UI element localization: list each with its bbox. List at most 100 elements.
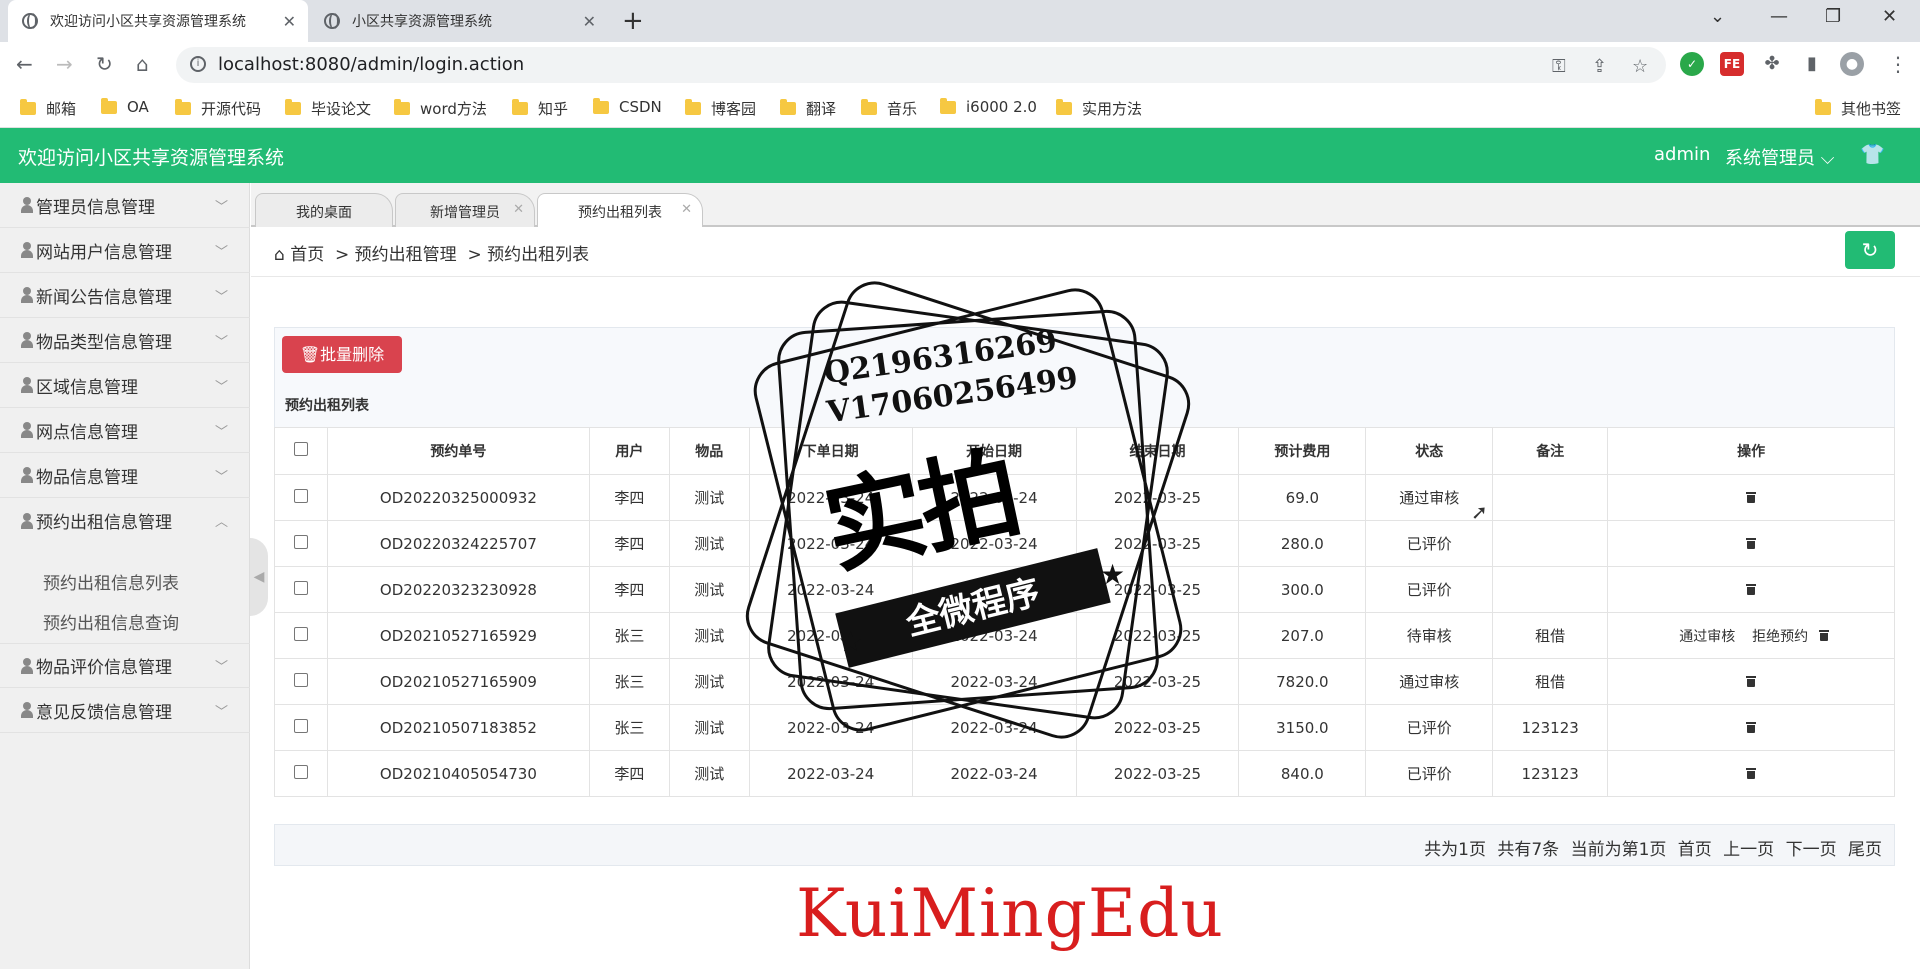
reject-button[interactable]: 拒绝预约	[1752, 629, 1808, 645]
sidebar-item-item-types[interactable]: 物品类型信息管理 ﹀	[0, 318, 250, 363]
theme-shirt-icon[interactable]: 👕	[1860, 142, 1885, 166]
cursor-icon: ➚	[1471, 500, 1488, 524]
user-name[interactable]: admin	[1654, 144, 1710, 165]
sidebar-collapse-handle[interactable]: ◀	[250, 538, 268, 616]
info-icon[interactable]: i	[190, 56, 206, 72]
column-header[interactable]: 预约单号	[326, 427, 590, 475]
bookmark-item[interactable]: 开源代码	[175, 98, 261, 119]
browser-tab-strip: 欢迎访问小区共享资源管理系统 ✕ 小区共享资源管理系统 ✕ + ⌄ — ❐ ✕	[0, 0, 1920, 42]
breadcrumb-level1[interactable]: 预约出租管理	[355, 245, 457, 265]
fe-extension-icon[interactable]: FE	[1720, 52, 1744, 76]
window-close-icon[interactable]: ✕	[1882, 6, 1897, 27]
tab-add-admin[interactable]: 新增管理员 ✕	[395, 193, 535, 227]
pagination-text[interactable]: 共为1页 共有7条 当前为第1页 首页 上一页 下一页 尾页	[1424, 835, 1882, 860]
select-all-checkbox[interactable]	[293, 442, 308, 456]
bookmark-item[interactable]: 翻译	[780, 98, 836, 119]
column-header[interactable]: 用户	[588, 427, 670, 475]
row-checkbox[interactable]	[293, 764, 308, 779]
column-header[interactable]: 下单日期	[748, 427, 913, 475]
bookmark-item[interactable]: 博客园	[685, 98, 756, 119]
cell-user: 张三	[588, 612, 670, 659]
browser-tab-1[interactable]: 欢迎访问小区共享资源管理系统 ✕	[8, 0, 308, 42]
back-icon[interactable]: ←	[16, 52, 33, 76]
trash-icon[interactable]	[1746, 583, 1757, 595]
sidebar-item-regions[interactable]: 区域信息管理 ﹀	[0, 363, 250, 408]
bookmark-star-icon[interactable]: ☆	[1632, 56, 1648, 77]
sidebar-item-feedback[interactable]: 意见反馈信息管理 ﹀	[0, 688, 250, 733]
reload-icon[interactable]: ↻	[96, 52, 113, 76]
sidebar-subitem-reservation-query[interactable]: 预约出租信息查询	[43, 609, 179, 634]
bookmark-item[interactable]: 毕设论文	[285, 98, 371, 119]
sidebar-item-reviews[interactable]: 物品评价信息管理 ﹀	[0, 643, 250, 688]
bookmark-item[interactable]: word方法	[394, 98, 487, 119]
trash-icon[interactable]	[1746, 537, 1757, 549]
sidebar-item-news[interactable]: 新闻公告信息管理 ﹀	[0, 273, 250, 318]
tab-search-icon[interactable]: ⌄	[1710, 6, 1725, 27]
close-icon[interactable]: ✕	[513, 202, 524, 217]
sidebar-item-site-users[interactable]: 网站用户信息管理 ﹀	[0, 228, 250, 273]
sidebar-item-admin[interactable]: 管理员信息管理 ﹀	[0, 183, 250, 228]
bookmark-item[interactable]: 实用方法	[1056, 98, 1142, 119]
trash-icon[interactable]	[1746, 721, 1757, 733]
sidebar: 管理员信息管理 ﹀ 网站用户信息管理 ﹀ 新闻公告信息管理 ﹀ 物品类型信息管理 ﹀ 区…	[0, 183, 250, 969]
trash-icon[interactable]	[1746, 767, 1757, 779]
restore-icon[interactable]: ❐	[1825, 6, 1841, 27]
row-checkbox[interactable]	[293, 580, 308, 595]
row-checkbox[interactable]	[293, 718, 308, 733]
shield-extension-icon[interactable]: ✓	[1680, 52, 1704, 76]
tab-desktop[interactable]: 我的桌面	[255, 193, 393, 227]
close-icon[interactable]: ✕	[681, 202, 692, 217]
bookmark-item[interactable]: CSDN	[593, 97, 662, 116]
row-checkbox[interactable]	[293, 534, 308, 549]
cell-item: 测试	[668, 520, 750, 567]
browser-tab-2[interactable]: 小区共享资源管理系统 ✕	[310, 0, 608, 42]
column-header[interactable]: 开始日期	[911, 427, 1077, 475]
bookmark-item[interactable]: 邮箱	[20, 98, 76, 119]
column-header[interactable]: 结束日期	[1075, 427, 1240, 475]
folder-icon	[940, 97, 956, 114]
column-header[interactable]: 物品	[668, 427, 750, 475]
column-header[interactable]: 备注	[1492, 427, 1609, 475]
approve-button[interactable]: 通过审核	[1679, 629, 1735, 645]
sidebar-item-reservations[interactable]: 预约出租信息管理 ︿	[0, 498, 250, 543]
trash-icon[interactable]	[1746, 491, 1757, 503]
user-icon	[20, 657, 34, 674]
minimize-icon[interactable]: —	[1770, 6, 1788, 27]
bookmark-item[interactable]: 音乐	[861, 98, 917, 119]
bookmark-item[interactable]: 知乎	[512, 98, 568, 119]
new-tab-button[interactable]: +	[622, 6, 644, 36]
batch-delete-button[interactable]: 🗑批量删除	[282, 336, 402, 373]
column-header[interactable]: 状态	[1365, 427, 1494, 475]
side-panel-icon[interactable]: ▮	[1800, 52, 1824, 76]
row-checkbox[interactable]	[293, 488, 308, 503]
trash-icon[interactable]	[1818, 629, 1829, 641]
menu-icon[interactable]: ⋮	[1888, 52, 1908, 76]
sidebar-item-items[interactable]: 物品信息管理 ﹀	[0, 453, 250, 498]
close-icon[interactable]: ✕	[583, 12, 596, 31]
cell-item: 测试	[668, 658, 750, 705]
row-checkbox[interactable]	[293, 626, 308, 641]
other-bookmarks[interactable]: 其他书签	[1815, 98, 1901, 119]
bookmark-item[interactable]: i6000 2.0	[940, 97, 1037, 116]
tab-reservation-list[interactable]: 预约出租列表 ✕	[537, 193, 703, 227]
cell-order-date: 2022-03-24	[748, 704, 913, 751]
home-icon[interactable]: ⌂	[136, 52, 149, 76]
column-header[interactable]: 预计费用	[1238, 427, 1367, 475]
url-input[interactable]: i localhost:8080/admin/login.action ⚿ ⇪ …	[176, 47, 1666, 83]
url-text: localhost:8080/admin/login.action	[218, 54, 525, 75]
forward-icon[interactable]: →	[56, 52, 73, 76]
sidebar-item-outlets[interactable]: 网点信息管理 ﹀	[0, 408, 250, 453]
key-icon[interactable]: ⚿	[1552, 56, 1566, 77]
row-checkbox[interactable]	[293, 672, 308, 687]
close-icon[interactable]: ✕	[283, 12, 296, 31]
breadcrumb-home[interactable]: 首页	[290, 245, 324, 265]
refresh-button[interactable]: ↻	[1845, 231, 1895, 269]
cell-note: 租借	[1492, 658, 1609, 705]
share-icon[interactable]: ⇪	[1592, 56, 1607, 77]
sidebar-subitem-reservation-list[interactable]: 预约出租信息列表	[43, 569, 179, 594]
puzzle-icon[interactable]: ✤	[1760, 52, 1784, 76]
role-dropdown[interactable]: 系统管理员 ⌵	[1725, 144, 1834, 170]
bookmark-item[interactable]: OA	[101, 97, 149, 116]
profile-avatar[interactable]: ●	[1840, 52, 1864, 76]
trash-icon[interactable]	[1746, 675, 1757, 687]
